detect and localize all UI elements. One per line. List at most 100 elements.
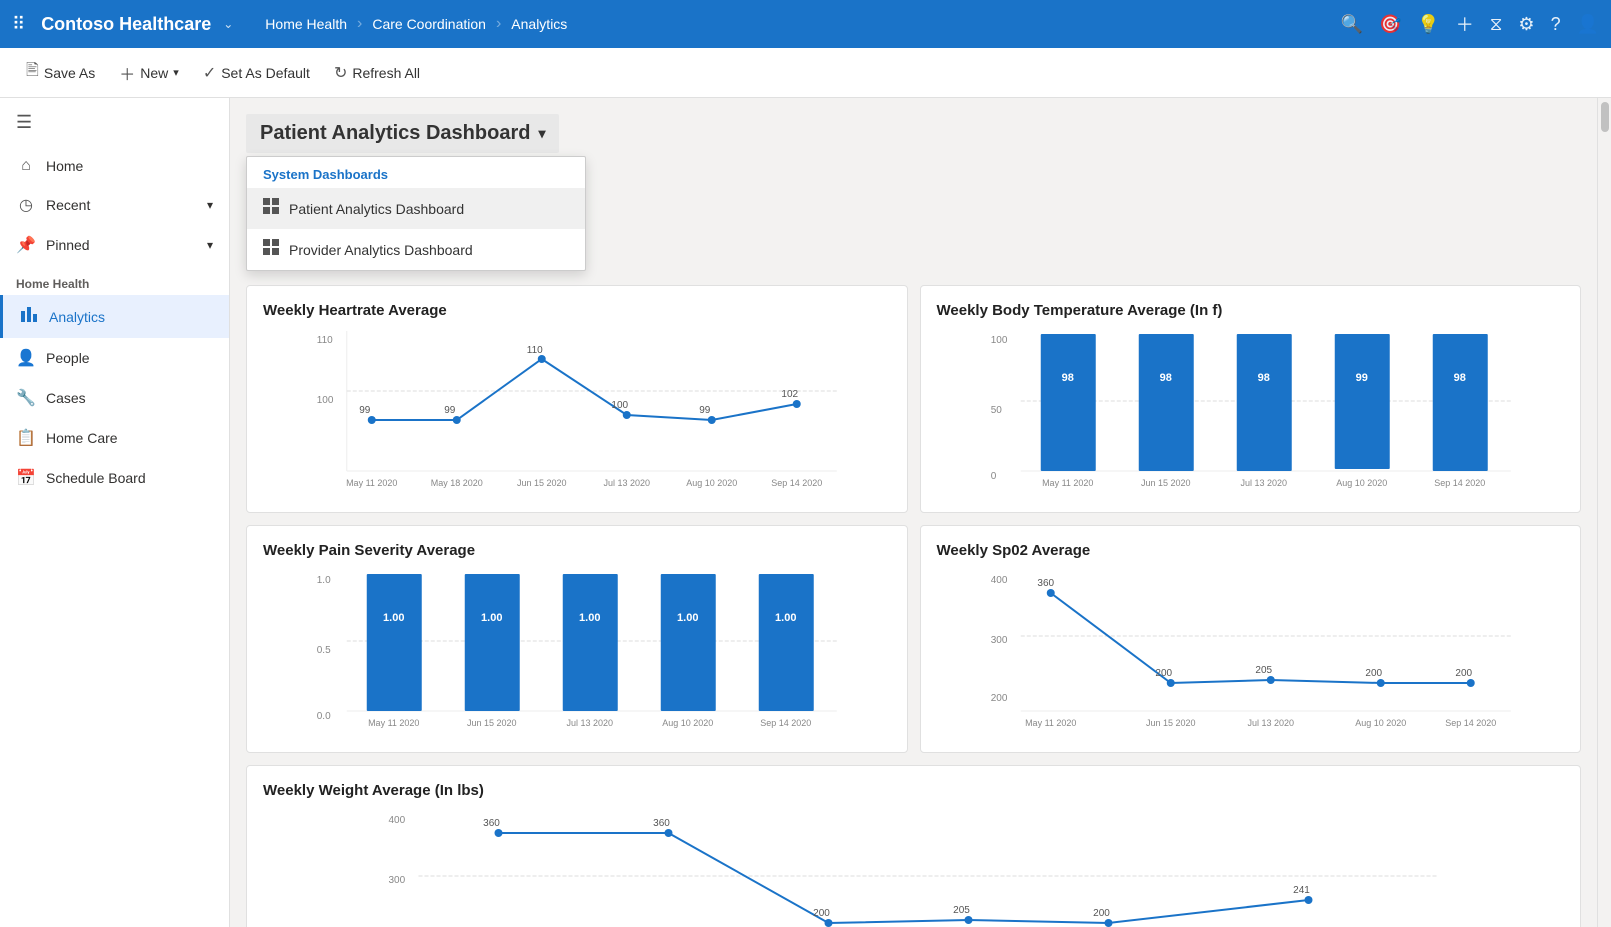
svg-text:100: 100 <box>990 335 1007 346</box>
brand-chevron-icon[interactable]: ⌄ <box>223 17 233 31</box>
nav-care-coordination[interactable]: Care Coordination <box>372 16 486 32</box>
add-icon[interactable]: ＋ <box>1456 11 1474 37</box>
filter-icon[interactable]: ⧖ <box>1490 14 1503 35</box>
plus-icon: ＋ <box>119 61 135 85</box>
svg-text:Jul 13 2020: Jul 13 2020 <box>1247 718 1294 728</box>
help-icon[interactable]: ? <box>1551 14 1561 35</box>
svg-text:300: 300 <box>389 875 406 886</box>
nav-home-health[interactable]: Home Health <box>265 16 347 32</box>
home-care-icon: 📋 <box>16 428 36 448</box>
svg-text:Jun 15 2020: Jun 15 2020 <box>1145 718 1195 728</box>
cases-icon: 🔧 <box>16 388 36 408</box>
save-as-icon: 🖹 <box>26 59 39 86</box>
svg-text:200: 200 <box>1093 908 1110 919</box>
target-icon[interactable]: 🎯 <box>1379 14 1401 35</box>
svg-text:Aug 10 2020: Aug 10 2020 <box>1355 718 1406 728</box>
svg-text:205: 205 <box>1255 665 1272 676</box>
settings-icon[interactable]: ⚙ <box>1518 14 1534 35</box>
hamburger-icon[interactable]: ☰ <box>0 98 229 147</box>
schedule-icon: 📅 <box>16 468 36 488</box>
svg-text:300: 300 <box>990 635 1007 646</box>
sidebar-item-people[interactable]: 👤 People <box>0 338 229 378</box>
save-as-button[interactable]: 🖹 Save As <box>16 53 105 92</box>
svg-text:400: 400 <box>990 575 1007 586</box>
svg-text:Aug 10 2020: Aug 10 2020 <box>686 478 737 488</box>
svg-text:110: 110 <box>527 345 543 356</box>
user-icon[interactable]: 👤 <box>1577 14 1599 35</box>
svg-text:May 11 2020: May 11 2020 <box>1042 478 1093 488</box>
pinned-chevron-icon: ▾ <box>207 238 213 252</box>
svg-text:102: 102 <box>781 389 798 400</box>
dropdown-item-patient[interactable]: Patient Analytics Dashboard <box>247 188 585 229</box>
app-brand: Contoso Healthcare <box>41 14 211 35</box>
sidebar-section-home-health: Home Health <box>0 265 229 295</box>
scrollbar-thumb[interactable] <box>1601 102 1609 132</box>
svg-text:1.0: 1.0 <box>317 575 331 586</box>
pin-icon: 📌 <box>16 235 36 255</box>
dashboard-dropdown: System Dashboards Patient Analytics Dash… <box>246 156 586 271</box>
sidebar-item-schedule-board[interactable]: 📅 Schedule Board <box>0 458 229 498</box>
recent-chevron-icon: ▾ <box>207 198 213 212</box>
toolbar: 🖹 Save As ＋ New ▾ ✓ Set As Default ↻ Ref… <box>0 48 1611 98</box>
svg-text:98: 98 <box>1453 372 1465 384</box>
sidebar-item-analytics[interactable]: Analytics <box>0 295 229 338</box>
heartrate-chart-title: Weekly Heartrate Average <box>263 302 891 319</box>
heartrate-chart-card: Weekly Heartrate Average 110 100 <box>246 285 908 513</box>
weight-chart-card: Weekly Weight Average (In lbs) 400 300 2… <box>246 765 1581 927</box>
new-button[interactable]: ＋ New ▾ <box>109 55 189 91</box>
top-navigation: ⠿ Contoso Healthcare ⌄ Home Health › Car… <box>0 0 1611 48</box>
set-as-default-button[interactable]: ✓ Set As Default <box>193 57 320 89</box>
svg-text:99: 99 <box>444 405 456 416</box>
people-icon: 👤 <box>16 348 36 368</box>
svg-text:360: 360 <box>483 818 500 829</box>
sidebar-item-home[interactable]: ⌂ Home <box>0 147 229 185</box>
svg-text:0.5: 0.5 <box>317 645 331 656</box>
svg-text:May 18 2020: May 18 2020 <box>431 478 483 488</box>
pain-severity-chart-title: Weekly Pain Severity Average <box>263 542 891 559</box>
svg-text:110: 110 <box>317 335 333 346</box>
svg-text:1.00: 1.00 <box>579 612 600 624</box>
svg-text:Sep 14 2020: Sep 14 2020 <box>771 478 822 488</box>
svg-text:99: 99 <box>1355 372 1367 384</box>
dashboard-title-button[interactable]: Patient Analytics Dashboard ▾ <box>246 114 559 153</box>
pain-severity-chart-card: Weekly Pain Severity Average 1.0 0.5 0.0… <box>246 525 908 753</box>
sidebar-item-home-care[interactable]: 📋 Home Care <box>0 418 229 458</box>
dashboard-chevron-icon: ▾ <box>538 125 545 142</box>
search-icon[interactable]: 🔍 <box>1341 14 1363 35</box>
charts-row-1: Weekly Heartrate Average 110 100 <box>246 285 1581 513</box>
svg-text:Sep 14 2020: Sep 14 2020 <box>1445 718 1496 728</box>
svg-text:1.00: 1.00 <box>383 612 404 624</box>
svg-text:Jun 15 2020: Jun 15 2020 <box>1140 478 1190 488</box>
sidebar-item-recent[interactable]: ◷ Recent ▾ <box>0 185 229 225</box>
svg-text:200: 200 <box>1455 668 1472 679</box>
svg-text:Jun 15 2020: Jun 15 2020 <box>517 478 567 488</box>
svg-text:200: 200 <box>1365 668 1382 679</box>
svg-text:May 11 2020: May 11 2020 <box>1025 718 1076 728</box>
pain-severity-chart-svg: 1.0 0.5 0.0 1.00 1.00 1.00 1.00 1.00 May… <box>263 571 891 731</box>
home-icon: ⌂ <box>16 157 36 175</box>
scrollbar-track[interactable] <box>1597 98 1611 927</box>
dropdown-item-provider[interactable]: Provider Analytics Dashboard <box>247 229 585 270</box>
app-grid-icon[interactable]: ⠿ <box>12 14 25 35</box>
sidebar-item-pinned[interactable]: 📌 Pinned ▾ <box>0 225 229 265</box>
check-icon: ✓ <box>203 63 216 83</box>
svg-text:98: 98 <box>1159 372 1171 384</box>
svg-text:Aug 10 2020: Aug 10 2020 <box>662 718 713 728</box>
svg-text:May 11 2020: May 11 2020 <box>368 718 419 728</box>
svg-text:0: 0 <box>990 471 996 482</box>
svg-text:360: 360 <box>1037 578 1054 589</box>
svg-text:Jul 13 2020: Jul 13 2020 <box>566 718 613 728</box>
body-temp-chart-card: Weekly Body Temperature Average (In f) 1… <box>920 285 1582 513</box>
sidebar-item-cases[interactable]: 🔧 Cases <box>0 378 229 418</box>
svg-text:1.00: 1.00 <box>481 612 502 624</box>
analytics-icon <box>19 305 39 328</box>
svg-text:Jul 13 2020: Jul 13 2020 <box>603 478 650 488</box>
svg-text:200: 200 <box>990 693 1007 704</box>
svg-text:1.00: 1.00 <box>775 612 796 624</box>
weight-chart-title: Weekly Weight Average (In lbs) <box>263 782 1564 799</box>
main-content: Patient Analytics Dashboard ▾ System Das… <box>230 98 1597 927</box>
svg-text:50: 50 <box>990 405 1002 416</box>
refresh-all-button[interactable]: ↻ Refresh All <box>324 57 430 89</box>
lightbulb-icon[interactable]: 💡 <box>1417 14 1439 35</box>
nav-analytics[interactable]: Analytics <box>511 16 567 32</box>
